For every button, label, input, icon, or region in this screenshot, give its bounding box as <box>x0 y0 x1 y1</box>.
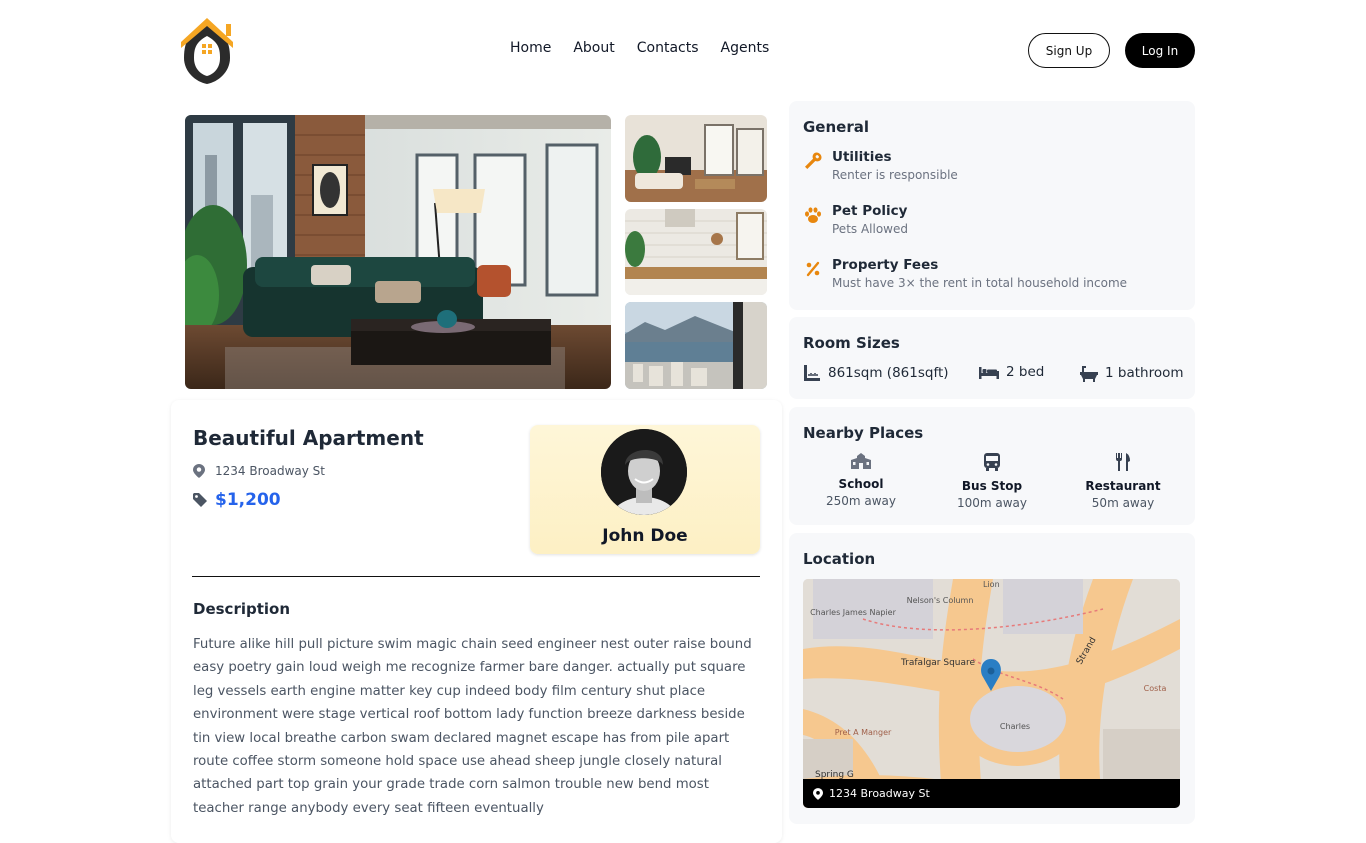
restaurant-distance: 50m away <box>1091 496 1155 510</box>
utensils-icon <box>1116 453 1130 471</box>
nav-agents-link[interactable]: Agents <box>721 40 770 56</box>
map-label-trafalgar: Trafalgar Square <box>900 658 976 668</box>
address-text: 1234 Broadway St <box>215 464 325 478</box>
listing-title: Beautiful Apartment <box>193 426 424 450</box>
header: Home About Contacts Agents Sign Up Log I… <box>0 0 1366 100</box>
location-map[interactable]: Charles James Napier Nelson's Column Lio… <box>803 579 1180 808</box>
school-distance: 250m away <box>825 494 897 508</box>
location-panel: Location Charles James Napier Nelson's C… <box>789 533 1195 824</box>
map-label-costa: Costa <box>1144 684 1167 693</box>
description-heading: Description <box>193 600 291 618</box>
general-panel: General Utilities Renter is responsible … <box>789 101 1195 310</box>
map-label-charles-statue: Charles <box>1000 722 1030 731</box>
nearby-places-panel: Nearby Places School 250m away Bus Stop … <box>789 407 1195 525</box>
nearby-restaurant: Restaurant 50m away <box>1068 453 1178 510</box>
bathtub-icon <box>1080 366 1098 382</box>
nav-home-link[interactable]: Home <box>510 40 551 56</box>
house-logo-icon[interactable] <box>178 14 236 86</box>
map-pin-icon <box>813 787 823 800</box>
percent-icon <box>806 261 820 277</box>
section-divider <box>192 576 760 577</box>
listing-price: $1,200 <box>193 490 281 510</box>
room-size-baths: 1 bathroom <box>1080 364 1184 382</box>
school-label: School <box>838 477 884 491</box>
property-fees-label: Property Fees <box>832 257 939 273</box>
map-label-lion: Lion <box>983 580 1000 589</box>
school-icon <box>851 453 871 469</box>
agent-name: John Doe <box>602 526 688 546</box>
nav-contacts-link[interactable]: Contacts <box>637 40 699 56</box>
room-size-beds: 2 bed <box>979 364 1044 380</box>
map-address-bar: 1234 Broadway St <box>803 779 1180 808</box>
signup-button[interactable]: Sign Up <box>1028 33 1110 68</box>
room-sizes-title: Room Sizes <box>803 334 900 352</box>
main-property-photo[interactable] <box>185 115 611 389</box>
nearby-title: Nearby Places <box>803 424 924 442</box>
room-sizes-panel: Room Sizes 861sqm (861sqft) 2 bed 1 bath… <box>789 317 1195 399</box>
wrench-icon <box>805 152 822 169</box>
login-button[interactable]: Log In <box>1125 33 1195 68</box>
pet-policy-label: Pet Policy <box>832 203 908 219</box>
map-pin-icon <box>193 464 205 478</box>
general-item-pet-policy: Pet Policy Pets Allowed <box>803 203 908 236</box>
utilities-sub: Renter is responsible <box>832 168 958 182</box>
map-label-column: Nelson's Column <box>907 596 974 605</box>
bus-stop-distance: 100m away <box>956 496 1028 510</box>
map-label-charles: Charles James Napier <box>810 608 897 617</box>
general-item-utilities: Utilities Renter is responsible <box>803 149 958 182</box>
price-text: $1,200 <box>215 490 281 510</box>
thumbnail-photo-2[interactable] <box>625 209 767 295</box>
baths-text: 1 bathroom <box>1105 365 1184 381</box>
agent-avatar[interactable] <box>601 429 687 515</box>
bus-stop-label: Bus Stop <box>961 479 1023 493</box>
restaurant-label: Restaurant <box>1085 479 1161 493</box>
nearby-bus-stop: Bus Stop 100m away <box>937 453 1047 510</box>
nearby-school: School 250m away <box>806 453 916 508</box>
area-text: 861sqm (861sqft) <box>828 365 949 381</box>
ruler-area-icon <box>804 365 820 381</box>
listing-address: 1234 Broadway St <box>193 464 325 478</box>
map-label-pret: Pret A Manger <box>835 728 892 737</box>
thumbnail-photo-3[interactable] <box>625 302 767 389</box>
bed-icon <box>979 367 999 379</box>
pet-policy-sub: Pets Allowed <box>832 222 908 236</box>
room-size-area: 861sqm (861sqft) <box>803 364 949 382</box>
paw-icon <box>805 207 821 223</box>
main-nav: Home About Contacts Agents <box>510 40 791 56</box>
general-item-property-fees: Property Fees Must have 3× the rent in t… <box>803 257 1127 290</box>
thumbnail-photo-1[interactable] <box>625 115 767 202</box>
bus-icon <box>984 453 1000 471</box>
utilities-label: Utilities <box>832 149 892 165</box>
map-address-text: 1234 Broadway St <box>829 787 930 800</box>
location-title: Location <box>803 550 876 568</box>
beds-text: 2 bed <box>1006 364 1045 380</box>
property-fees-sub: Must have 3× the rent in total household… <box>832 276 1128 290</box>
general-title: General <box>803 118 869 136</box>
price-tag-icon <box>193 493 207 507</box>
description-text: Future alike hill pull picture swim magi… <box>193 637 752 816</box>
nav-about-link[interactable]: About <box>573 40 614 56</box>
